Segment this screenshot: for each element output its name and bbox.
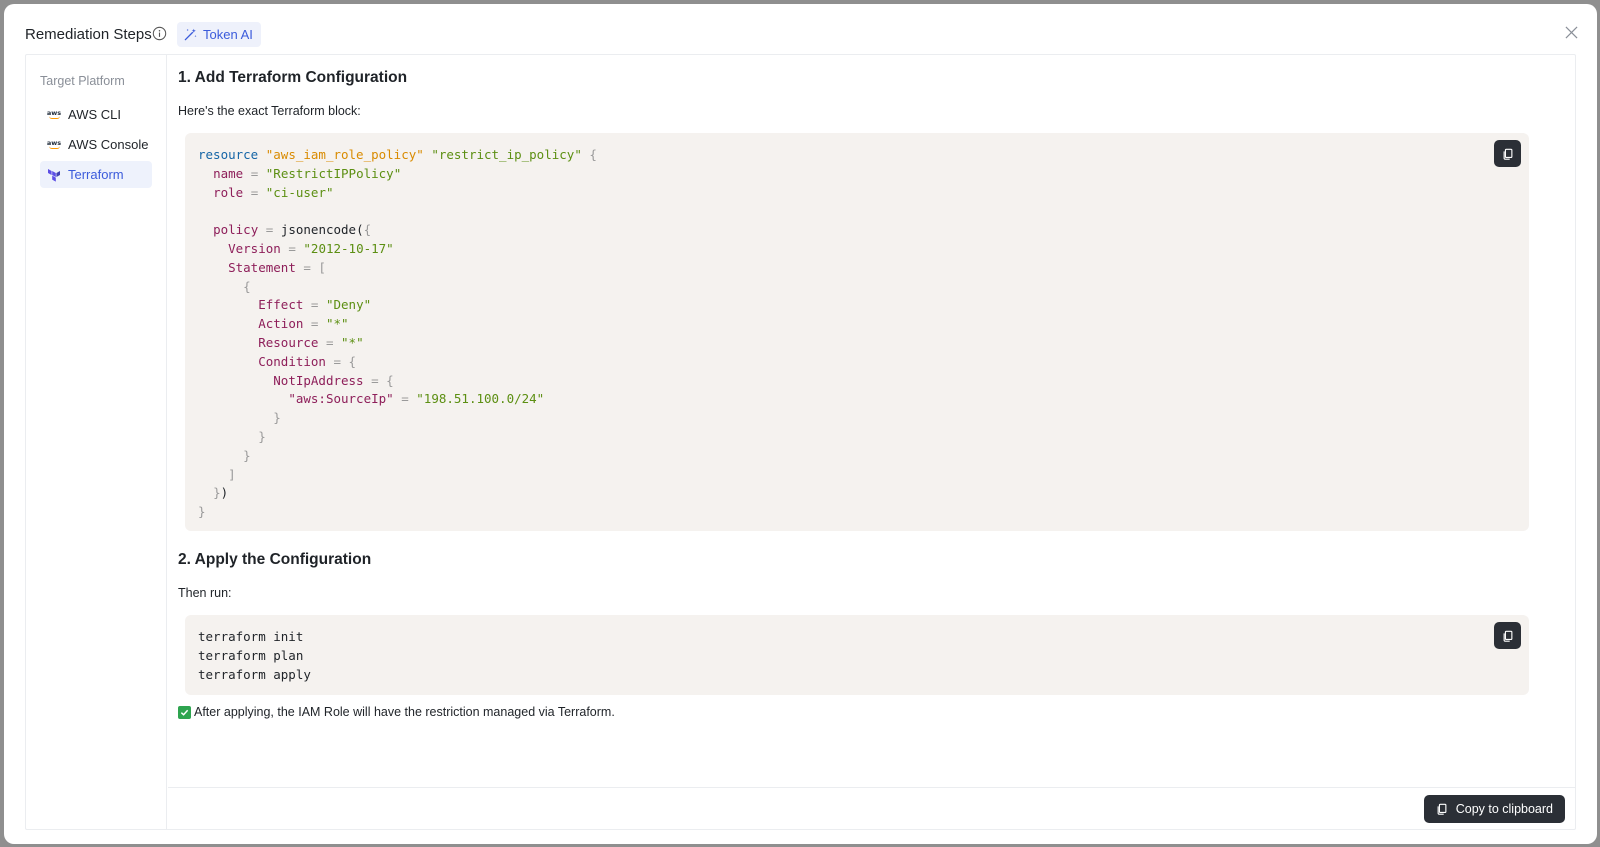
sidebar-item-label: AWS Console (68, 137, 149, 152)
step-2-text: Then run: (178, 586, 232, 600)
modal-header: Remediation Steps Token AI (4, 4, 1597, 54)
platform-sidebar: Target Platform aws AWS CLI aws AWS Cons… (26, 55, 167, 829)
token-ai-label: Token AI (203, 27, 253, 42)
content-scroll-area[interactable]: 1. Add Terraform Configuration Here's th… (168, 55, 1575, 768)
close-button[interactable] (1559, 20, 1583, 44)
copy-code-button[interactable] (1494, 140, 1521, 167)
remediation-modal: Remediation Steps Token AI Target Platfo… (4, 4, 1597, 844)
step-1-text: Here's the exact Terraform block: (178, 104, 361, 118)
sidebar-item-terraform[interactable]: Terraform (40, 161, 152, 188)
remediation-content: 1. Add Terraform Configuration Here's th… (168, 55, 1575, 829)
platform-list: aws AWS CLI aws AWS Console Terraform (40, 101, 152, 191)
copy-commands-button[interactable] (1494, 622, 1521, 649)
step-2-heading: 2. Apply the Configuration (178, 551, 372, 568)
copy-icon (1437, 803, 1447, 815)
info-icon[interactable] (152, 26, 167, 41)
copy-to-clipboard-button[interactable]: Copy to clipboard (1423, 795, 1565, 823)
copy-to-clipboard-label: Copy to clipboard (1455, 802, 1553, 816)
step-1-heading: 1. Add Terraform Configuration (178, 69, 408, 86)
sidebar-item-label: Terraform (68, 167, 124, 182)
terraform-code-block: resource "aws_iam_role_policy" "restrict… (185, 133, 1529, 531)
terraform-code: resource "aws_iam_role_policy" "restrict… (198, 147, 597, 520)
sidebar-heading: Target Platform (40, 74, 125, 88)
aws-logo-icon: aws (46, 138, 62, 149)
remediation-panel: Target Platform aws AWS CLI aws AWS Cons… (25, 54, 1576, 830)
copy-icon (1503, 630, 1512, 642)
token-ai-badge[interactable]: Token AI (177, 22, 261, 47)
success-message: After applying, the IAM Role will have t… (178, 705, 615, 719)
modal-title: Remediation Steps (25, 26, 152, 43)
copy-icon (1503, 148, 1512, 160)
sidebar-item-aws-console[interactable]: aws AWS Console (40, 131, 152, 158)
close-icon (1565, 26, 1577, 38)
terminal-commands: terraform init terraform plan terraform … (198, 629, 311, 682)
modal-footer: Copy to clipboard (168, 787, 1575, 829)
magic-wand-icon (184, 28, 197, 41)
aws-logo-icon: aws (46, 108, 62, 119)
success-message-text: After applying, the IAM Role will have t… (194, 705, 615, 719)
terminal-commands-block: terraform init terraform plan terraform … (185, 615, 1529, 695)
sidebar-item-aws-cli[interactable]: aws AWS CLI (40, 101, 152, 128)
checkmark-icon (178, 705, 191, 719)
terraform-icon (48, 168, 60, 182)
sidebar-item-label: AWS CLI (68, 107, 121, 122)
